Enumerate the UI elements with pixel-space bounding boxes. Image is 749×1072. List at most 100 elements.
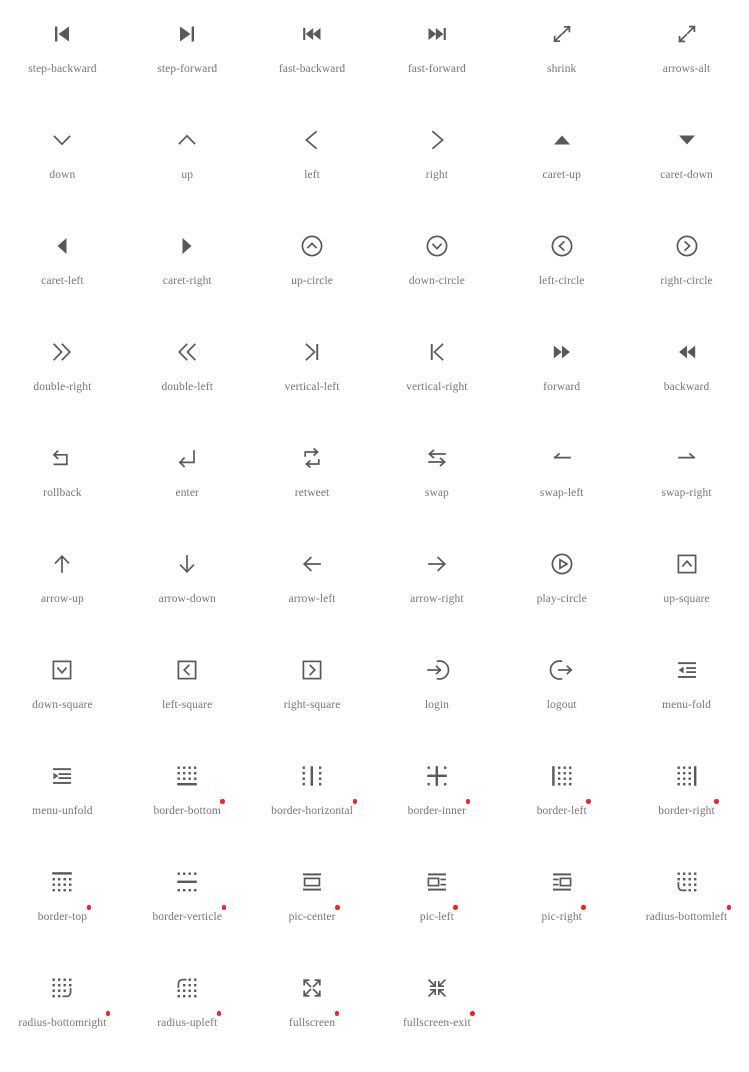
- pic-center-icon[interactable]: [296, 860, 328, 904]
- icon-cell-forward[interactable]: forward: [499, 330, 624, 436]
- up-square-icon[interactable]: [671, 542, 703, 586]
- forward-icon[interactable]: [546, 330, 578, 374]
- icon-cell-radius-bottomright[interactable]: radius-bottomright: [0, 966, 125, 1072]
- radius-bottomright-icon[interactable]: [46, 966, 78, 1010]
- icon-cell-border-top[interactable]: border-top: [0, 860, 125, 966]
- caret-down-icon[interactable]: [671, 118, 703, 162]
- enter-icon[interactable]: [171, 436, 203, 480]
- shrink-icon[interactable]: [546, 12, 578, 56]
- left-square-icon[interactable]: [171, 648, 203, 692]
- step-backward-icon[interactable]: [46, 12, 78, 56]
- fullscreen-icon[interactable]: [296, 966, 328, 1010]
- border-left-icon[interactable]: [546, 754, 578, 798]
- arrows-alt-icon[interactable]: [671, 12, 703, 56]
- icon-cell-radius-bottomleft[interactable]: radius-bottomleft: [624, 860, 749, 966]
- border-horizontal-icon[interactable]: [296, 754, 328, 798]
- icon-cell-vertical-right[interactable]: vertical-right: [374, 330, 499, 436]
- icon-cell-arrows-alt[interactable]: arrows-alt: [624, 12, 749, 118]
- double-right-icon[interactable]: [46, 330, 78, 374]
- down-square-icon[interactable]: [46, 648, 78, 692]
- pic-right-icon[interactable]: [546, 860, 578, 904]
- icon-cell-swap-left[interactable]: swap-left: [499, 436, 624, 542]
- left-circle-icon[interactable]: [546, 224, 578, 268]
- fast-backward-icon[interactable]: [296, 12, 328, 56]
- icon-cell-pic-right[interactable]: pic-right: [499, 860, 624, 966]
- logout-icon[interactable]: [546, 648, 578, 692]
- retweet-icon[interactable]: [296, 436, 328, 480]
- icon-cell-radius-upleft[interactable]: radius-upleft: [125, 966, 250, 1072]
- icon-cell-caret-left[interactable]: caret-left: [0, 224, 125, 330]
- icon-cell-menu-fold[interactable]: menu-fold: [624, 648, 749, 754]
- icon-cell-caret-down[interactable]: caret-down: [624, 118, 749, 224]
- icon-cell-pic-left[interactable]: pic-left: [374, 860, 499, 966]
- play-circle-icon[interactable]: [546, 542, 578, 586]
- icon-cell-caret-up[interactable]: caret-up: [499, 118, 624, 224]
- right-square-icon[interactable]: [296, 648, 328, 692]
- icon-cell-arrow-right[interactable]: arrow-right: [374, 542, 499, 648]
- menu-unfold-icon[interactable]: [46, 754, 78, 798]
- arrow-left-icon[interactable]: [296, 542, 328, 586]
- icon-cell-fullscreen[interactable]: fullscreen: [250, 966, 375, 1072]
- icon-cell-login[interactable]: login: [374, 648, 499, 754]
- icon-cell-backward[interactable]: backward: [624, 330, 749, 436]
- swap-left-icon[interactable]: [546, 436, 578, 480]
- icon-cell-up-circle[interactable]: up-circle: [250, 224, 375, 330]
- menu-fold-icon[interactable]: [671, 648, 703, 692]
- icon-cell-down-square[interactable]: down-square: [0, 648, 125, 754]
- icon-cell-play-circle[interactable]: play-circle: [499, 542, 624, 648]
- icon-cell-rollback[interactable]: rollback: [0, 436, 125, 542]
- caret-up-icon[interactable]: [546, 118, 578, 162]
- arrow-right-icon[interactable]: [421, 542, 453, 586]
- backward-icon[interactable]: [671, 330, 703, 374]
- login-icon[interactable]: [421, 648, 453, 692]
- down-circle-icon[interactable]: [421, 224, 453, 268]
- icon-cell-double-left[interactable]: double-left: [125, 330, 250, 436]
- icon-cell-double-right[interactable]: double-right: [0, 330, 125, 436]
- icon-cell-arrow-down[interactable]: arrow-down: [125, 542, 250, 648]
- icon-cell-up-square[interactable]: up-square: [624, 542, 749, 648]
- swap-icon[interactable]: [421, 436, 453, 480]
- icon-cell-border-verticle[interactable]: border-verticle: [125, 860, 250, 966]
- fullscreen-exit-icon[interactable]: [421, 966, 453, 1010]
- icon-cell-left[interactable]: left: [250, 118, 375, 224]
- caret-left-icon[interactable]: [46, 224, 78, 268]
- border-right-icon[interactable]: [671, 754, 703, 798]
- icon-cell-up[interactable]: up: [125, 118, 250, 224]
- border-verticle-icon[interactable]: [171, 860, 203, 904]
- rollback-icon[interactable]: [46, 436, 78, 480]
- icon-cell-step-backward[interactable]: step-backward: [0, 12, 125, 118]
- icon-cell-border-right[interactable]: border-right: [624, 754, 749, 860]
- icon-cell-right-circle[interactable]: right-circle: [624, 224, 749, 330]
- icon-cell-swap[interactable]: swap: [374, 436, 499, 542]
- left-icon[interactable]: [296, 118, 328, 162]
- step-forward-icon[interactable]: [171, 12, 203, 56]
- icon-cell-left-square[interactable]: left-square: [125, 648, 250, 754]
- right-circle-icon[interactable]: [671, 224, 703, 268]
- icon-cell-right[interactable]: right: [374, 118, 499, 224]
- icon-cell-caret-right[interactable]: caret-right: [125, 224, 250, 330]
- icon-cell-down-circle[interactable]: down-circle: [374, 224, 499, 330]
- icon-cell-vertical-left[interactable]: vertical-left: [250, 330, 375, 436]
- fast-forward-icon[interactable]: [421, 12, 453, 56]
- icon-cell-fast-forward[interactable]: fast-forward: [374, 12, 499, 118]
- icon-cell-fullscreen-exit[interactable]: fullscreen-exit: [374, 966, 499, 1072]
- vertical-right-icon[interactable]: [421, 330, 453, 374]
- icon-cell-swap-right[interactable]: swap-right: [624, 436, 749, 542]
- radius-bottomleft-icon[interactable]: [671, 860, 703, 904]
- border-top-icon[interactable]: [46, 860, 78, 904]
- swap-right-icon[interactable]: [671, 436, 703, 480]
- down-icon[interactable]: [46, 118, 78, 162]
- icon-cell-arrow-left[interactable]: arrow-left: [250, 542, 375, 648]
- icon-cell-step-forward[interactable]: step-forward: [125, 12, 250, 118]
- radius-upleft-icon[interactable]: [171, 966, 203, 1010]
- icon-cell-enter[interactable]: enter: [125, 436, 250, 542]
- icon-cell-fast-backward[interactable]: fast-backward: [250, 12, 375, 118]
- border-inner-icon[interactable]: [421, 754, 453, 798]
- icon-cell-menu-unfold[interactable]: menu-unfold: [0, 754, 125, 860]
- icon-cell-border-bottom[interactable]: border-bottom: [125, 754, 250, 860]
- arrow-up-icon[interactable]: [46, 542, 78, 586]
- icon-cell-border-inner[interactable]: border-inner: [374, 754, 499, 860]
- icon-cell-logout[interactable]: logout: [499, 648, 624, 754]
- pic-left-icon[interactable]: [421, 860, 453, 904]
- icon-cell-right-square[interactable]: right-square: [250, 648, 375, 754]
